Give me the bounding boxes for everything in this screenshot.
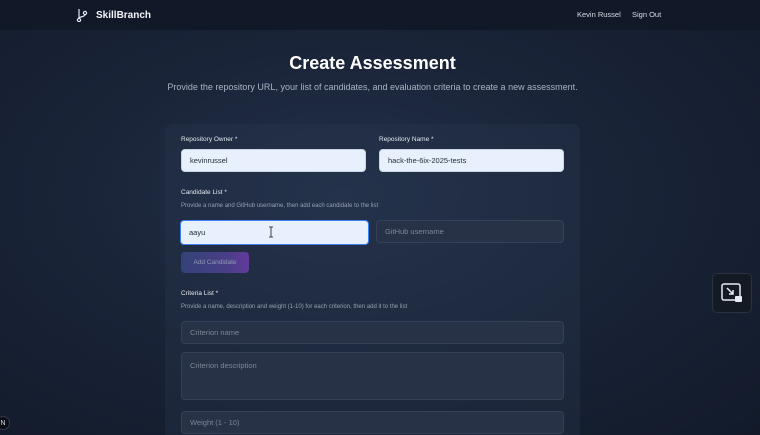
candidate-list-label: Candidate List * bbox=[181, 189, 227, 196]
criterion-name-input[interactable]: Criterion name bbox=[181, 321, 564, 344]
git-branch-icon bbox=[76, 9, 88, 22]
criteria-help-text: Provide a name, description and weight (… bbox=[181, 304, 408, 310]
brand-logo[interactable]: SkillBranch bbox=[76, 8, 151, 22]
repo-name-input[interactable]: hack-the-6ix-2025-tests bbox=[379, 149, 564, 172]
sign-out-link[interactable]: Sign Out bbox=[632, 10, 661, 19]
text-cursor-icon bbox=[269, 226, 273, 238]
picture-in-picture-icon bbox=[721, 283, 742, 302]
page-subtitle: Provide the repository URL, your list of… bbox=[167, 82, 578, 92]
top-navigation-bar: SkillBranch Kevin Russel Sign Out bbox=[0, 0, 760, 30]
picture-in-picture-button[interactable] bbox=[712, 273, 752, 313]
weight-input[interactable]: Weight (1 - 10) bbox=[181, 411, 564, 434]
n-badge-icon[interactable]: N bbox=[0, 416, 10, 430]
page-title: Create Assessment bbox=[289, 53, 456, 73]
candidate-help-text: Provide a name and GitHub username, then… bbox=[181, 203, 379, 209]
repo-name-label: Repository Name * bbox=[379, 136, 434, 143]
github-username-input[interactable]: GitHub username bbox=[376, 220, 564, 243]
criterion-description-input[interactable]: Criterion description bbox=[181, 352, 564, 400]
candidate-name-input[interactable]: aayu bbox=[180, 220, 369, 245]
add-candidate-button[interactable]: Add Candidate bbox=[181, 252, 249, 273]
criteria-list-label: Criteria List * bbox=[181, 290, 219, 297]
user-name: Kevin Russel bbox=[577, 10, 621, 19]
repo-owner-label: Repository Owner * bbox=[181, 136, 238, 143]
repo-owner-input[interactable]: kevinrussel bbox=[181, 149, 366, 172]
brand-name: SkillBranch bbox=[96, 9, 152, 21]
